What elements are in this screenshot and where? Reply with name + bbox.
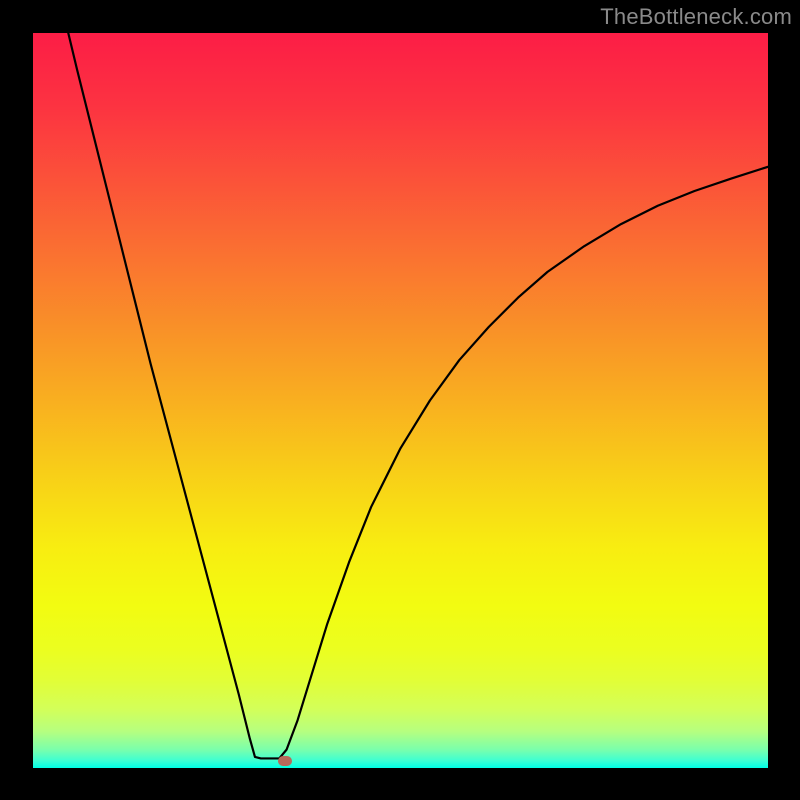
curve-layer: [33, 33, 768, 768]
optimal-point-marker: [278, 756, 292, 766]
watermark-text: TheBottleneck.com: [600, 4, 792, 30]
plot-area: [33, 33, 768, 768]
chart-frame: TheBottleneck.com: [0, 0, 800, 800]
bottleneck-curve: [68, 33, 768, 758]
